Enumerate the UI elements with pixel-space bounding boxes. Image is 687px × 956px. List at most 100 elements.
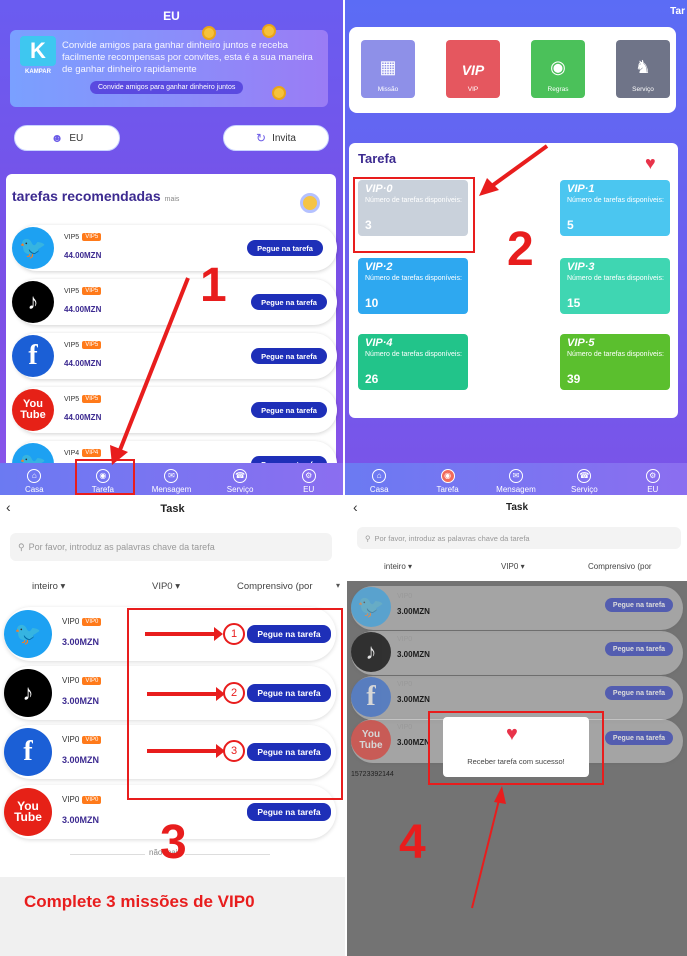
take-task-button[interactable]: Pegue na tarefa [251, 294, 327, 310]
search-icon: ⚲ [365, 533, 371, 543]
page-title: Task [160, 503, 185, 515]
filter-all[interactable]: inteiro ▾ [384, 562, 412, 571]
twitter-icon: 🐦 [4, 610, 52, 658]
invite-button[interactable]: ↻ Invita [223, 125, 329, 151]
panel-home: EU K KAMPAR Convide amigos para ganhar di… [0, 0, 343, 495]
search-input[interactable]: ⚲ Por favor, introduz as palavras chave d… [357, 527, 681, 549]
nav-me[interactable]: ⚙ EU [279, 469, 339, 494]
more-link[interactable]: mais [165, 196, 180, 203]
annotation-arrow [479, 144, 549, 196]
invite-banner[interactable]: K KAMPAR Convide amigos para ganhar dinhe… [10, 24, 328, 107]
search-input[interactable]: ⚲ Por favor, introduz as palavras chave d… [10, 533, 332, 561]
tile-vip[interactable]: VIP VIP [446, 40, 500, 98]
vip1-box[interactable]: VIP·1 Número de tarefas disponíveis: 5 [560, 180, 670, 236]
filter-vip[interactable]: VIP0 ▾ [501, 562, 525, 571]
marker-circle: 3 [223, 740, 245, 762]
highlight-box [353, 177, 475, 253]
annotation-arrow [147, 687, 225, 701]
facebook-icon: f [4, 728, 52, 776]
settings-icon: ⚙ [645, 469, 660, 483]
task-amount: 44.00MZN [64, 359, 102, 368]
vip2-box[interactable]: VIP·2 Número de tarefas disponíveis: 10 [358, 258, 468, 314]
search-icon: ⚲ [18, 541, 25, 552]
filter-sort[interactable]: Comprensivo (por [588, 562, 652, 571]
invite-friends-button[interactable]: Convide amigos para ganhar dinheiro junt… [90, 81, 244, 94]
chat-icon: ◉ [550, 57, 566, 77]
section-title: tarefas recomendadas mais [12, 188, 180, 204]
user-button[interactable]: ☻ EU [14, 125, 120, 151]
vip-badge: VIP5 [82, 287, 102, 295]
phone-number: 15723392144 [351, 771, 394, 778]
nav-home[interactable]: ⌂ Casa [4, 469, 64, 494]
take-task-button[interactable]: Pegue na tarefa [605, 731, 673, 745]
tile-mission[interactable]: ▦ Missão [361, 40, 415, 98]
back-icon[interactable]: ‹ [6, 499, 11, 515]
task-amount: 3.00MZN [397, 650, 430, 659]
instruction-area: Complete 3 missões de VIP0 [0, 877, 345, 956]
filter-all[interactable]: inteiro ▾ [32, 581, 65, 592]
highlight-box [428, 711, 604, 785]
tile-service[interactable]: ♞ Serviço [616, 40, 670, 98]
filter-vip[interactable]: VIP0 ▾ [152, 581, 180, 592]
nav-task[interactable]: ◉ Tarefa [418, 469, 478, 494]
home-icon: ⌂ [372, 469, 387, 483]
task-amount: 3.00MZN [397, 695, 430, 704]
banner-text: Convide amigos para ganhar dinheiro junt… [62, 40, 313, 75]
take-task-button[interactable]: Pegue na tarefa [247, 240, 323, 256]
vip-badge: VIP0 [82, 617, 102, 626]
task-amount: 3.00MZN [62, 755, 100, 765]
panel-task-list: Task ‹ ⚲ Por favor, introduz as palavras … [0, 497, 345, 956]
take-task-button[interactable]: Pegue na tarefa [605, 598, 673, 612]
marker-circle: 1 [223, 623, 245, 645]
twitter-icon: 🐦 [351, 587, 391, 627]
task-amount: 44.00MZN [64, 413, 102, 422]
tiktok-icon: ♪ [12, 281, 54, 323]
section-title: Tarefa [358, 151, 397, 166]
take-task-button[interactable]: Pegue na tarefa [605, 642, 673, 656]
take-task-button[interactable]: Pegue na tarefa [251, 348, 327, 364]
nav-home[interactable]: ⌂ Casa [349, 469, 409, 494]
vip-badge: VIP0 [82, 735, 102, 744]
home-icon: ⌂ [27, 469, 42, 483]
vip-badge: VIP4 [82, 449, 102, 457]
tiktok-icon: ♪ [351, 632, 391, 672]
vip4-box[interactable]: VIP·4 Número de tarefas disponíveis: 26 [358, 334, 468, 390]
service-icon: ♞ [634, 57, 652, 77]
take-task-button[interactable]: Pegue na tarefa [251, 402, 327, 418]
task-amount: 3.00MZN [62, 696, 100, 706]
coin-icon [202, 26, 216, 40]
nav-message[interactable]: ✉ Mensagem [141, 469, 201, 494]
share-icon: ↻ [256, 131, 267, 145]
nav-service[interactable]: ☎ Serviço [210, 469, 270, 494]
step-number: 1 [200, 259, 227, 312]
task-amount: 3.00MZN [62, 815, 100, 825]
vip3-box[interactable]: VIP·3 Número de tarefas disponíveis: 15 [560, 258, 670, 314]
kampar-logo: K KAMPAR [20, 36, 56, 75]
vip5-box[interactable]: VIP·5 Número de tarefas disponíveis: 39 [560, 334, 670, 390]
take-task-button[interactable]: Pegue na tarefa [605, 686, 673, 700]
task-amount: 44.00MZN [64, 305, 102, 314]
youtube-icon: You Tube [4, 788, 52, 836]
take-task-button[interactable]: Pegue na tarefa [247, 803, 331, 821]
page-title: EU [163, 9, 180, 23]
nav-message[interactable]: ✉ Mensagem [486, 469, 546, 494]
task-amount: 3.00MZN [397, 607, 430, 616]
chevron-down-icon[interactable]: ▾ [336, 581, 340, 590]
vip-badge: VIP0 [82, 676, 102, 685]
shortcut-tiles: ▦ Missão VIP VIP ◉ Regras ♞ Serviço [349, 27, 676, 113]
task-icon: ◉ [440, 469, 455, 483]
task-amount: 44.00MZN [64, 251, 102, 260]
panel-task-received: Task ‹ ⚲ Por favor, introduz as palavras … [347, 497, 687, 956]
message-icon: ✉ [508, 469, 523, 483]
panel-tasks: Tar ▦ Missão VIP VIP ◉ Regras ♞ Serviço Tare… [345, 0, 687, 495]
step-number: 4 [399, 816, 426, 869]
vip-badge: VIP5 [82, 341, 102, 349]
service-icon: ☎ [233, 469, 248, 483]
youtube-icon: You Tube [351, 720, 391, 760]
back-icon[interactable]: ‹ [353, 499, 358, 515]
filter-sort[interactable]: Comprensivo (por [237, 581, 313, 592]
twitter-icon: 🐦 [12, 227, 54, 269]
tile-rules[interactable]: ◉ Regras [531, 40, 585, 98]
nav-me[interactable]: ⚙ EU [623, 469, 683, 494]
nav-service[interactable]: ☎ Serviço [554, 469, 614, 494]
